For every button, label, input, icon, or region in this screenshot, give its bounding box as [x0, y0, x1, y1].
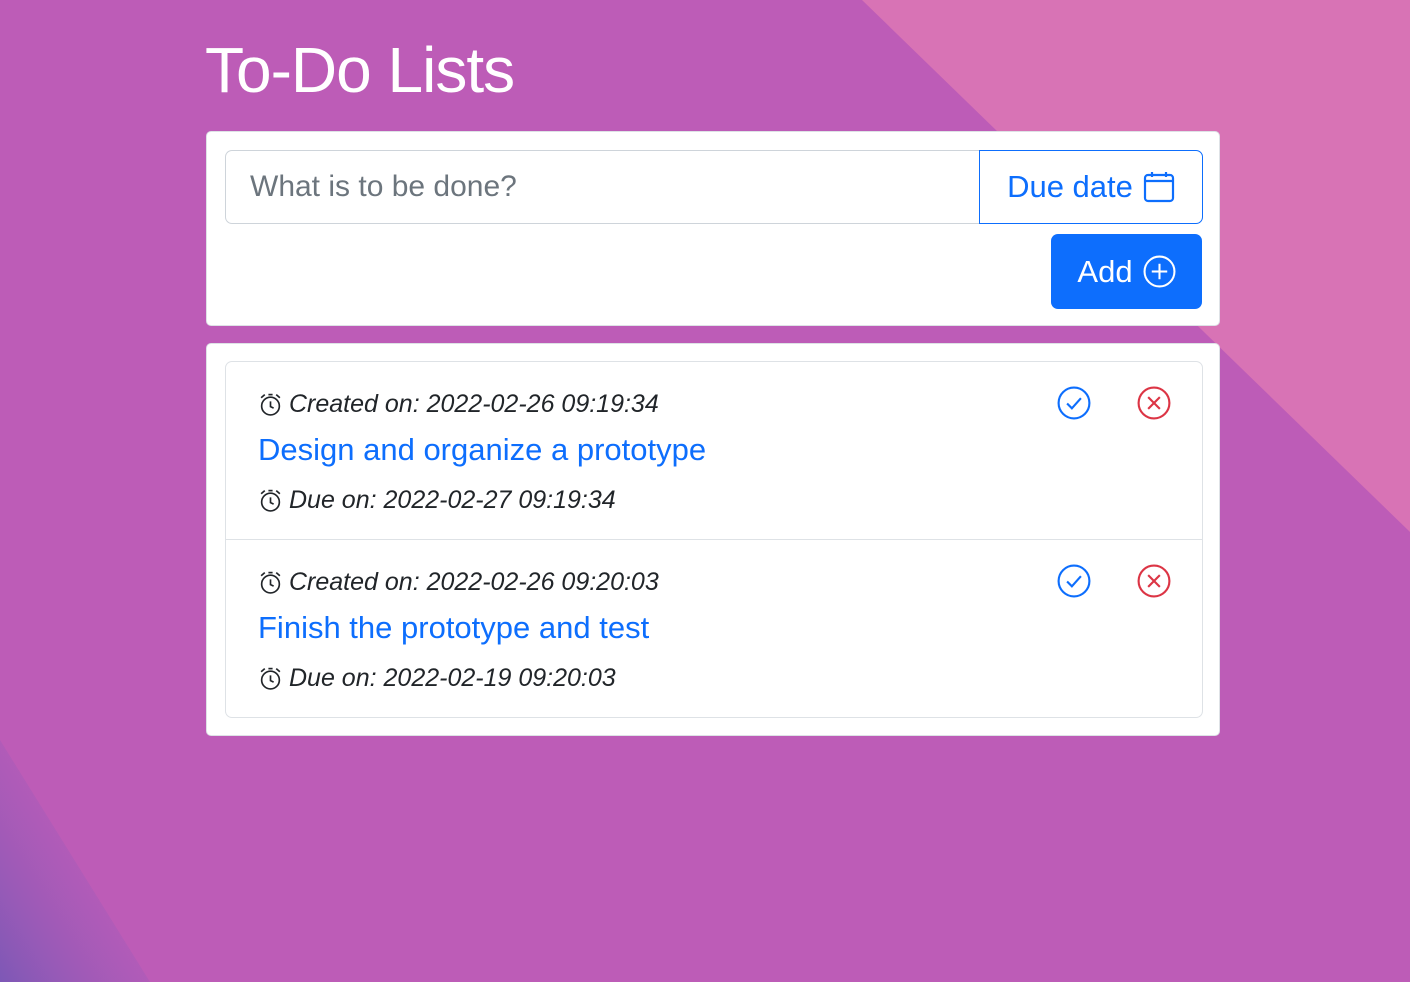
new-todo-card: Due date Add — [206, 131, 1220, 326]
plus-circle-icon — [1143, 255, 1176, 288]
page-title: To-Do Lists — [205, 34, 515, 106]
created-on-text: Created on: 2022-02-26 09:20:03 — [289, 568, 659, 596]
created-on: Created on: 2022-02-26 09:20:03 — [258, 568, 659, 597]
delete-button[interactable] — [1136, 564, 1172, 600]
created-on: Created on: 2022-02-26 09:19:34 — [258, 390, 659, 419]
alarm-icon — [258, 488, 283, 513]
delete-button[interactable] — [1136, 386, 1172, 422]
complete-button[interactable] — [1056, 386, 1092, 422]
due-on: Due on: 2022-02-19 09:20:03 — [258, 664, 616, 693]
new-todo-input-group: Due date — [225, 150, 1203, 224]
x-circle-icon — [1137, 564, 1171, 598]
todo-title[interactable]: Design and organize a prototype — [258, 432, 706, 468]
add-button[interactable]: Add — [1051, 234, 1202, 309]
todo-title[interactable]: Finish the prototype and test — [258, 610, 649, 646]
check-circle-icon — [1057, 564, 1091, 598]
due-on: Due on: 2022-02-27 09:19:34 — [258, 486, 616, 515]
complete-button[interactable] — [1056, 564, 1092, 600]
todo-item: Created on: 2022-02-26 09:20:03 Finish t… — [226, 539, 1202, 716]
due-on-text: Due on: 2022-02-27 09:19:34 — [289, 486, 616, 514]
due-date-button[interactable]: Due date — [979, 150, 1203, 224]
created-on-text: Created on: 2022-02-26 09:19:34 — [289, 390, 659, 418]
calendar-icon — [1143, 171, 1175, 203]
due-on-text: Due on: 2022-02-19 09:20:03 — [289, 664, 616, 692]
alarm-icon — [258, 666, 283, 691]
due-date-label: Due date — [1007, 169, 1133, 204]
x-circle-icon — [1137, 386, 1171, 420]
add-label: Add — [1077, 253, 1133, 289]
todo-list-card: Created on: 2022-02-26 09:19:34 Design a… — [206, 343, 1220, 736]
todo-item: Created on: 2022-02-26 09:19:34 Design a… — [226, 362, 1202, 539]
todo-input[interactable] — [225, 150, 979, 224]
alarm-icon — [258, 570, 283, 595]
alarm-icon — [258, 392, 283, 417]
check-circle-icon — [1057, 386, 1091, 420]
todo-list: Created on: 2022-02-26 09:19:34 Design a… — [225, 361, 1203, 718]
